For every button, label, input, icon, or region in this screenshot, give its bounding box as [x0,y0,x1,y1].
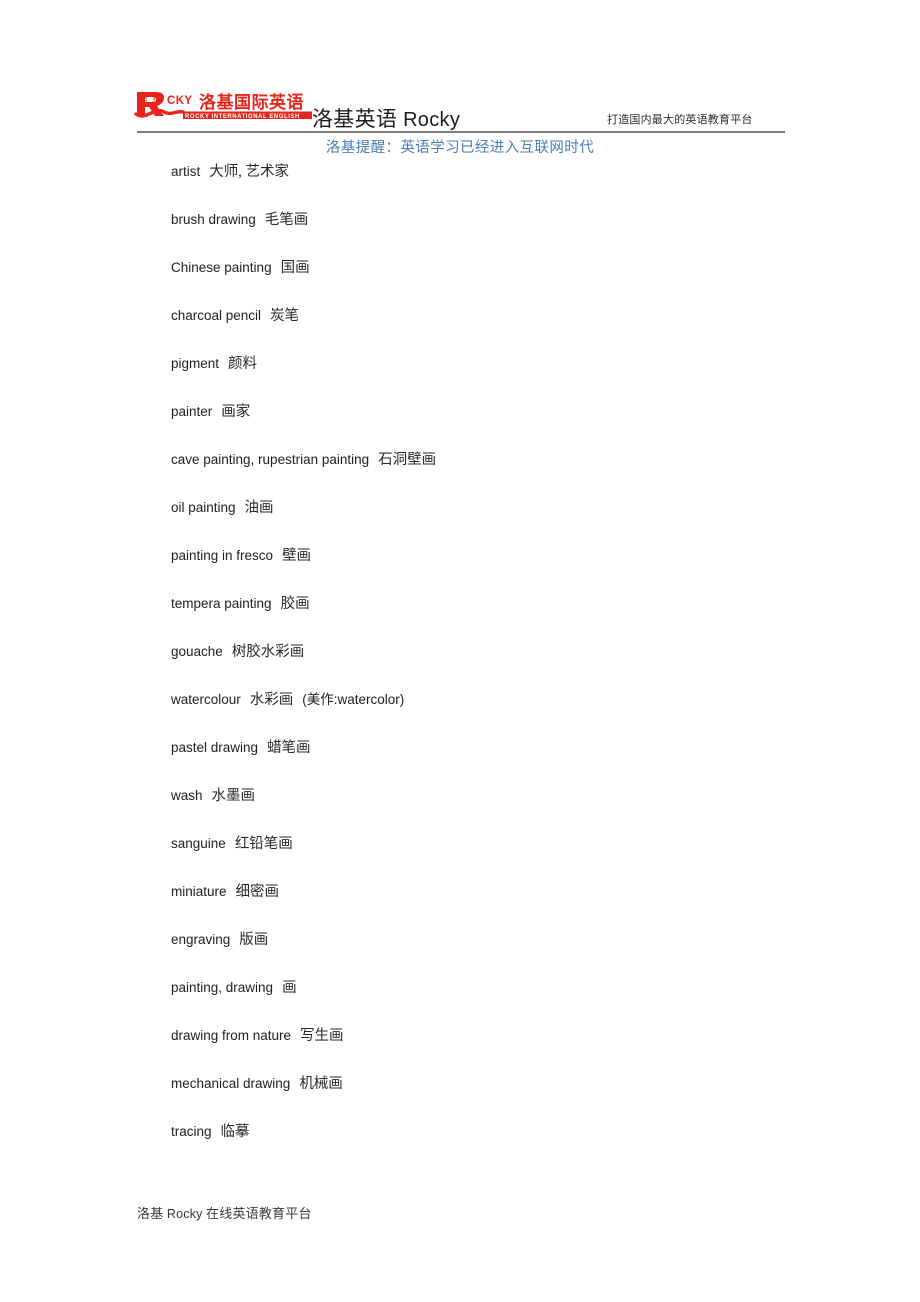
footer-text-cn-2: 在线英语教育平台 [206,1206,312,1221]
entry-term-zh: 油画 [244,500,274,516]
entry-note: (美作:watercolor) [302,692,405,707]
entry-term-en: tracing [171,1124,212,1139]
entry-term-zh: 炭笔 [270,308,300,324]
entry-term-zh: 壁画 [282,548,312,564]
vocabulary-entry: painter 画家 [171,400,791,448]
entry-term-zh: 画 [282,980,297,996]
entry-term-en: mechanical drawing [171,1076,291,1091]
svg-text:ROCKY INTERNATIONAL ENGLISH: ROCKY INTERNATIONAL ENGLISH [185,114,300,120]
vocabulary-entry: drawing from nature 写生画 [171,1024,791,1072]
entry-term-zh: 胶画 [280,596,310,612]
brand-title: 洛基英语 Rocky [312,106,460,133]
entry-term-en: watercolour [171,692,241,707]
entry-term-en: sanguine [171,836,226,851]
vocabulary-entry: tempera painting 胶画 [171,592,791,640]
brand-tagline: 打造国内最大的英语教育平台 [607,114,753,126]
entry-term-zh: 国画 [280,260,310,276]
vocabulary-entry: mechanical drawing 机械画 [171,1072,791,1120]
svg-text:洛基国际英语: 洛基国际英语 [199,92,304,112]
entry-term-en: wash [171,788,203,803]
entry-term-en: painting, drawing [171,980,274,995]
entry-term-zh: 红铅笔画 [234,836,293,852]
entry-term-zh: 水墨画 [211,788,256,804]
footer-text-en: Rocky [166,1207,203,1221]
entry-term-zh: 石洞壁画 [378,452,437,468]
entry-term-zh: 机械画 [299,1076,343,1092]
footer-text-cn-1: 洛基 [137,1206,164,1221]
entry-term-en: cave painting, rupestrian painting [171,452,370,467]
entry-term-en: drawing from nature [171,1028,292,1043]
entry-term-zh: 版画 [239,932,269,948]
vocabulary-entry: brush drawing 毛笔画 [171,208,791,256]
vocabulary-list: artist 大师, 艺术家 brush drawing 毛笔画 Chinese pai… [171,160,791,1168]
entry-term-zh: 写生画 [300,1028,344,1044]
vocabulary-entry: charcoal pencil 炭笔 [171,304,791,352]
vocabulary-entry: wash 水墨画 [171,784,791,832]
vocabulary-entry: gouache 树胶水彩画 [171,640,791,688]
vocabulary-entry: engraving 版画 [171,928,791,976]
rocky-logo-icon: CKY 洛基国际英语 ROCKY INTERNATIONAL ENGLISH [133,88,314,121]
brand-title-en: Rocky [403,109,461,131]
entry-term-en: brush drawing [171,212,256,227]
entry-term-en: Chinese painting [171,260,272,275]
vocabulary-entry: painting in fresco 壁画 [171,544,791,592]
entry-term-en: painter [171,404,213,419]
entry-term-zh: 蜡笔画 [267,740,311,756]
entry-term-zh: 画家 [221,404,251,420]
entry-term-zh: 细密画 [235,884,280,900]
vocabulary-entry: pastel drawing 蜡笔画 [171,736,791,784]
entry-term-zh: 树胶水彩画 [231,644,305,660]
entry-term-en: artist [171,164,201,179]
vocabulary-entry: pigment 颜料 [171,352,791,400]
vocabulary-entry: oil painting 油画 [171,496,791,544]
entry-term-en: pastel drawing [171,740,259,755]
vocabulary-entry: watercolour 水彩画 (美作:watercolor) [171,688,791,736]
entry-term-en: miniature [171,884,227,899]
vocabulary-entry: artist 大师, 艺术家 [171,160,791,208]
vocabulary-entry: Chinese painting 国画 [171,256,791,304]
vocabulary-entry: cave painting, rupestrian painting 石洞壁画 [171,448,791,496]
entry-term-en: gouache [171,644,223,659]
entry-term-en: engraving [171,932,231,947]
vocabulary-entry: tracing 临摹 [171,1120,791,1168]
header-subtitle: 洛基提醒：英语学习已经进入互联网时代 [325,140,595,156]
entry-term-zh: 颜料 [228,356,258,372]
vocabulary-entry: sanguine 红铅笔画 [171,832,791,880]
entry-term-zh: 大师, 艺术家 [209,164,290,180]
entry-term-zh: 临摹 [220,1124,250,1140]
header-divider [137,131,785,133]
entry-term-zh: 水彩画 [249,692,294,708]
entry-term-en: painting in fresco [171,548,274,563]
entry-term-en: oil painting [171,500,236,515]
entry-term-en: charcoal pencil [171,308,262,323]
document-header: CKY 洛基国际英语 ROCKY INTERNATIONAL ENGLISH 洛… [0,0,920,160]
entry-term-zh: 毛笔画 [264,212,309,228]
document-page: CKY 洛基国际英语 ROCKY INTERNATIONAL ENGLISH 洛… [0,0,920,1302]
document-footer: 洛基 Rocky 在线英语教育平台 [137,1205,312,1223]
entry-term-en: tempera painting [171,596,272,611]
vocabulary-entry: painting, drawing 画 [171,976,791,1024]
brand-title-cn: 洛基英语 [312,107,398,131]
vocabulary-entry: miniature 细密画 [171,880,791,928]
svg-text:CKY: CKY [167,95,192,107]
entry-term-en: pigment [171,356,220,371]
